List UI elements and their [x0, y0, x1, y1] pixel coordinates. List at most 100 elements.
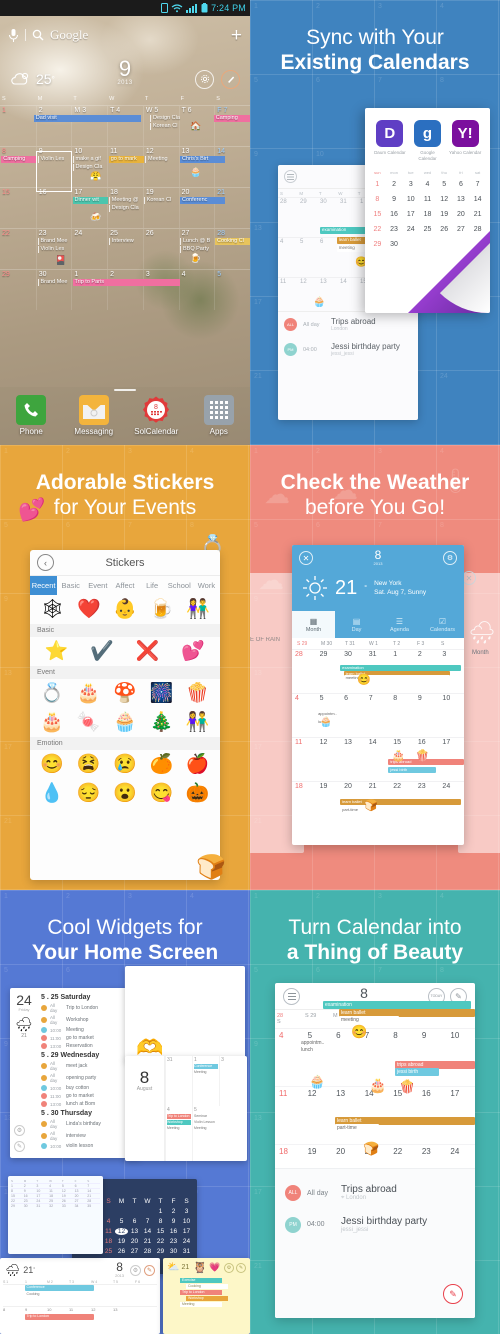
sticker-item[interactable]: 😮 [113, 784, 137, 803]
day-number[interactable]: 2 [167, 1208, 180, 1215]
calendar-day-cell[interactable]: 8 [0, 147, 36, 187]
calendar-event-bar[interactable]: Exercise [180, 1278, 223, 1283]
calendar-event-bar[interactable]: Workshop [186, 1296, 229, 1301]
day-number[interactable]: 10 [36, 1189, 49, 1193]
dock-item-messaging[interactable]: Messaging [66, 395, 122, 436]
day-number[interactable]: 28 [469, 226, 486, 233]
calendar-day-cell[interactable]: 19 [142, 188, 179, 228]
calendar-day-cell[interactable]: 21 [214, 188, 250, 228]
calendar-day-cell[interactable]: F 7 [214, 106, 250, 146]
search-icon[interactable] [32, 29, 44, 41]
day-number[interactable]: 7 [469, 181, 486, 188]
pen-icon[interactable]: ✎ [236, 1262, 246, 1273]
day-number[interactable]: 21 [141, 1238, 154, 1245]
day-number[interactable]: 11 [49, 1189, 62, 1193]
day-number[interactable]: 27 [75, 1199, 88, 1203]
agenda-list[interactable]: ALL All day Trips abroad London PM 04:00 Jessi… [278, 311, 418, 362]
calendar-day-cell[interactable]: 28 [214, 229, 250, 269]
day-number[interactable]: 12 [91, 1307, 113, 1326]
day-number[interactable]: 28 [292, 650, 317, 693]
day-number[interactable]: 11 [292, 738, 317, 781]
day-number[interactable]: 35 [87, 1204, 100, 1208]
day-number[interactable]: 31 [36, 1204, 49, 1208]
view-tab-calendars[interactable]: ☑ Calendars [421, 611, 464, 638]
day-number[interactable]: 1 [154, 1208, 167, 1215]
calendar-event-bar[interactable]: Korean Cl [143, 197, 179, 204]
day-number[interactable]: 9 [386, 196, 403, 203]
day-number[interactable]: 30 [24, 1204, 37, 1208]
day-number[interactable]: 29 [11, 1204, 24, 1208]
day-number[interactable]: 12 [436, 196, 453, 203]
day-number[interactable]: 10 [180, 1218, 193, 1225]
view-tab-month[interactable]: ▦ Month [292, 611, 335, 638]
day-number[interactable]: 17 [402, 211, 419, 218]
day-number[interactable]: 12 [304, 1087, 333, 1144]
sticker-item[interactable]: 😊 [40, 755, 64, 774]
gear-icon[interactable]: ⚙ [224, 1262, 234, 1273]
day-number[interactable]: 1 [11, 1184, 24, 1188]
calendar-day-cell[interactable]: 25 [107, 229, 143, 269]
day-number[interactable]: 19 [436, 211, 453, 218]
day-number[interactable]: 13 [341, 738, 366, 781]
service-google[interactable]: g Google Calendar [410, 120, 444, 162]
calendar-event-bar[interactable]: Meeting [194, 1125, 219, 1131]
day-number[interactable]: 10 [446, 1029, 475, 1086]
day-number[interactable]: 10 [402, 196, 419, 203]
list-icon[interactable] [283, 987, 300, 1005]
gear-icon[interactable]: ⚙ [443, 551, 457, 565]
day-number[interactable]: 12 [62, 1189, 75, 1193]
day-number[interactable]: 11 [275, 1087, 304, 1144]
calendar-event-bar[interactable]: Conferenc [180, 197, 225, 204]
day-number[interactable]: 12 [115, 1228, 128, 1235]
day-number[interactable]: 27 [128, 1248, 141, 1255]
dock-item-phone[interactable]: Phone [3, 395, 59, 436]
beauty-calendar-card[interactable]: 8 2013 TODAY ✎ 28S 29M 30T 31W 1T 2F 3S … [275, 983, 475, 1318]
day-number[interactable]: 3 [36, 1184, 49, 1188]
calendar-day-cell[interactable]: 14 [214, 147, 250, 187]
day-number[interactable]: 26 [115, 1248, 128, 1255]
calendar-event-bar[interactable]: Brand Mee [37, 238, 73, 245]
sticker-item[interactable]: 🍎 [186, 755, 210, 774]
day-number[interactable]: 29 [298, 199, 318, 237]
day-number[interactable]: 5 [115, 1218, 128, 1225]
calendar-day-cell[interactable]: 4 [178, 270, 215, 310]
day-number[interactable] [102, 1208, 115, 1215]
day-number[interactable]: 13 [128, 1228, 141, 1235]
day-number[interactable]: 16 [386, 211, 403, 218]
day-number[interactable]: 20 [453, 211, 470, 218]
sticker-item[interactable]: 😋 [150, 784, 174, 803]
calendar-day-cell[interactable]: 15 [0, 188, 36, 228]
calendar-event-bar[interactable]: Interview [108, 238, 144, 245]
day-number[interactable]: 32 [49, 1204, 62, 1208]
close-icon[interactable]: ✕ [299, 551, 313, 565]
day-number[interactable]: 19 [62, 1194, 75, 1198]
day-number[interactable]: 4 [49, 1184, 62, 1188]
sticker-item[interactable]: 💧 [40, 784, 64, 803]
sticker-item[interactable]: 😔 [77, 784, 101, 803]
day-number[interactable]: 3 [180, 1208, 193, 1215]
calendar-event-bar[interactable]: Meeting [145, 156, 180, 163]
day-number[interactable]: 4 [419, 181, 436, 188]
agenda-widget[interactable]: 24 Friday 🌧 21 5 . 25 Saturday All day Tri… [10, 988, 140, 1158]
calendar-day-cell[interactable]: 5 [214, 270, 250, 310]
sticker-item[interactable]: 🎆 [150, 684, 174, 703]
calendar-day-cell[interactable]: 11 [107, 147, 143, 187]
day-number[interactable]: 4 [292, 694, 317, 737]
day-number[interactable]: 18 [102, 1238, 115, 1245]
calendar-day-cell[interactable]: 2 [107, 270, 143, 310]
day-number[interactable]: 24 [180, 1238, 193, 1245]
sticker-item[interactable]: 🎂 [40, 713, 64, 732]
mini-agenda-widget[interactable]: S M T W T F S 1 2 3 4 5 6 7 8 9 10 11 12 13 14 15 16 17 18 19 20 21… [8, 1176, 103, 1254]
sticker-tab-recent[interactable]: Recent [30, 576, 58, 595]
sticker-item[interactable]: ✔️ [90, 642, 114, 661]
calendar-event-bar[interactable]: Cooking [186, 1284, 229, 1289]
sticker-item[interactable]: 💍 [40, 684, 64, 703]
day-number[interactable] [453, 241, 470, 248]
pen-icon[interactable]: ✎ [144, 1264, 155, 1276]
day-number[interactable]: 23 [24, 1199, 37, 1203]
view-tab-agenda[interactable]: ☰ Agenda [378, 611, 421, 638]
day-number[interactable]: 21 [469, 211, 486, 218]
day-number[interactable]: 9 [418, 1029, 447, 1086]
month-widget-cell[interactable]: 3 [219, 1056, 246, 1106]
day-number[interactable]: 4 [275, 1029, 304, 1086]
